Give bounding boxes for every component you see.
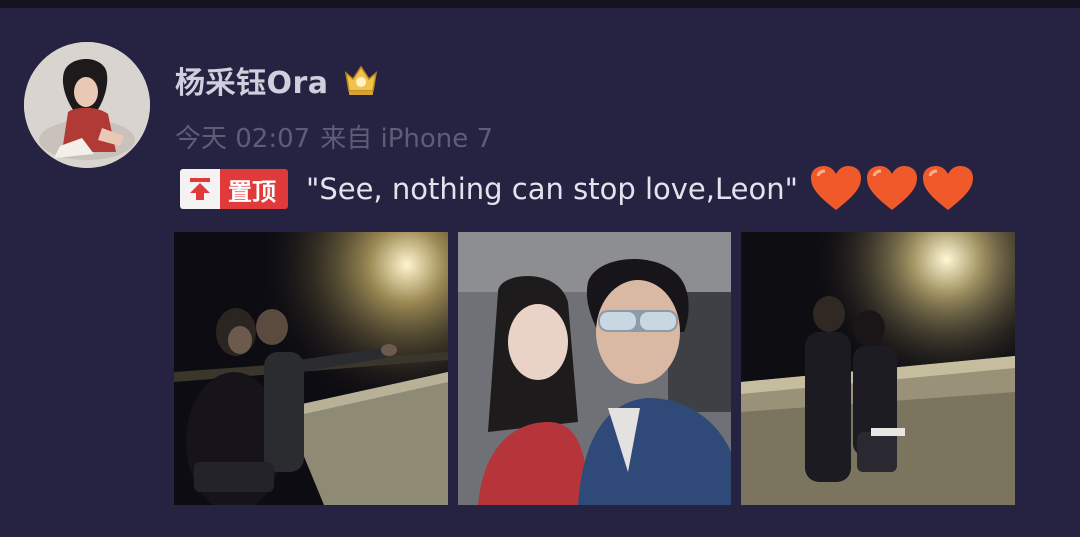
pinned-badge: 置顶 [180,169,288,209]
username[interactable]: 杨采钰Ora [175,58,329,102]
post-meta: 今天 02:07 来自 iPhone 7 [175,118,493,155]
night-bridge-photo-1[interactable] [174,232,448,505]
top-bar [0,0,1080,8]
night-bridge-photo-2[interactable] [741,232,1015,505]
pin-up-arrow-icon [180,169,220,209]
heart-icon [810,166,861,210]
pinned-label: 置顶 [220,169,288,209]
username-row: 杨采钰Ora [175,58,379,102]
post-text: "See, nothing can stop love,Leon" [306,172,798,206]
heart-icon [866,166,917,210]
post-time: 今天 02:07 [175,124,311,154]
post-source[interactable]: 来自 iPhone 7 [320,118,493,155]
avatar[interactable] [24,42,150,168]
heart-icon [922,166,973,210]
crown-vip-icon[interactable] [343,63,379,97]
selfie-couple-photo[interactable] [458,232,731,505]
post-text-row: 置顶 "See, nothing can stop love,Leon" [180,166,976,212]
heart-emoji-group [808,164,976,214]
